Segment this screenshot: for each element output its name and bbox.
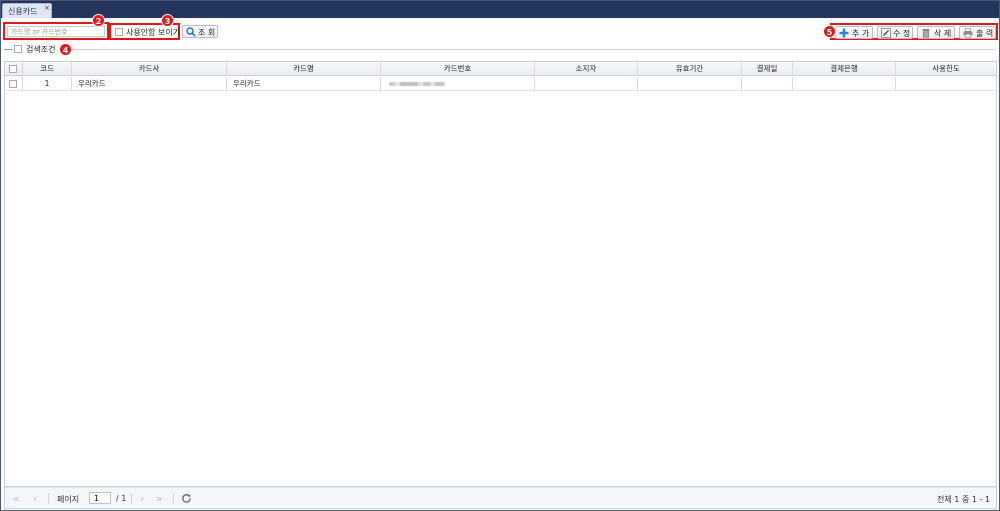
callout-marker-5: 5 [823,25,836,38]
col-pay-day[interactable]: 결제일 [742,62,793,76]
col-holder[interactable]: 소지자 [535,62,638,76]
first-page-icon[interactable]: « [13,492,20,505]
add-button[interactable]: 추 가 [835,26,873,39]
row-select-cell[interactable] [5,77,23,91]
search-condition-checkbox[interactable] [14,45,22,53]
cell-company: 우리카드 [72,77,227,91]
trash-icon [922,29,930,38]
cell-card-name: 우리카드 [227,77,381,91]
select-all-checkbox[interactable] [9,65,17,73]
grid-header: 코드 카드사 카드명 카드번호 소지자 유효기간 결제일 결제은행 사용한도 [5,62,996,76]
refresh-icon[interactable] [181,493,192,504]
total-pages: / 1 [116,494,127,503]
cell-bank [793,77,896,91]
cell-holder [535,77,638,91]
page-label: 페이지 [57,495,80,504]
edit-button[interactable]: 수 정 [877,26,913,39]
delete-button-label: 삭 제 [934,29,952,38]
cell-expiry [638,77,742,91]
search-button[interactable]: 조 회 [182,25,218,38]
callout-marker-3: 3 [161,14,174,27]
delete-button[interactable]: 삭 제 [917,26,955,39]
cell-code: 1 [23,77,72,91]
search-condition-row: 검색조건 [4,44,995,54]
search-input[interactable] [7,26,105,37]
record-summary: 전체 1 중 1 - 1 [937,495,990,504]
pagination-bar: « ‹ 페이지 / 1 › » 전체 1 중 1 - 1 [4,487,997,509]
search-condition-toggle[interactable]: 검색조건 [14,44,59,54]
print-button[interactable]: 출 력 [959,26,996,39]
divider [131,493,132,504]
plus-icon [839,28,849,38]
divider [48,493,49,504]
divider [4,49,995,50]
action-buttons-highlight: 추 가 수 정 삭 제 출 력 [830,23,998,40]
row-checkbox[interactable] [9,80,17,88]
callout-marker-2: 2 [92,14,105,27]
tab-credit-card[interactable]: 신용카드 × [2,3,52,18]
tab-label: 신용카드 [8,7,38,16]
masked-card-number [389,82,445,86]
cell-limit [896,77,996,91]
col-code[interactable]: 코드 [23,62,72,76]
cell-card-number [381,77,535,91]
tab-bar: 신용카드 × [1,1,999,18]
prev-page-icon[interactable]: ‹ [33,492,37,505]
col-expiry[interactable]: 유효기간 [638,62,742,76]
print-button-label: 출 력 [976,29,994,38]
table-row[interactable]: 1 우리카드 우리카드 [5,77,996,91]
show-unused-label: 사용안함 보이기 [126,28,181,37]
add-button-label: 추 가 [852,29,870,38]
next-page-icon[interactable]: › [140,492,144,505]
edit-button-label: 수 정 [893,29,911,38]
col-limit[interactable]: 사용한도 [896,62,996,76]
cell-pay-day [742,77,793,91]
page-number-input[interactable] [89,492,111,504]
card-grid: 코드 카드사 카드명 카드번호 소지자 유효기간 결제일 결제은행 사용한도 1… [4,61,997,487]
col-bank[interactable]: 결제은행 [793,62,896,76]
app-window: 신용카드 × 2 사용안함 보이기 3 조 회 추 가 [0,0,1000,511]
col-company[interactable]: 카드사 [72,62,227,76]
search-button-label: 조 회 [198,28,216,37]
show-unused-checkbox[interactable] [115,28,123,36]
last-page-icon[interactable]: » [156,492,163,505]
col-card-name[interactable]: 카드명 [227,62,381,76]
callout-marker-4: 4 [59,43,72,56]
divider [173,493,174,504]
divider-left [4,49,12,50]
printer-icon [963,28,973,38]
pencil-icon [881,28,891,38]
search-icon [186,27,196,37]
close-icon[interactable]: × [44,4,50,12]
col-card-number[interactable]: 카드번호 [381,62,535,76]
search-condition-label: 검색조건 [26,45,56,54]
header-select-all[interactable] [5,62,23,76]
